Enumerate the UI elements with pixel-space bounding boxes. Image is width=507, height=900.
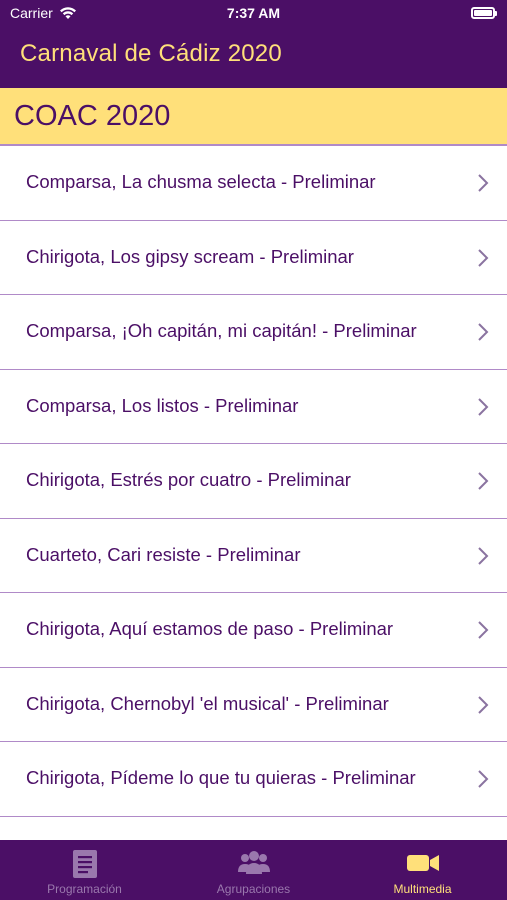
chevron-right-icon: [478, 323, 489, 341]
section-header: COAC 2020: [0, 88, 507, 146]
status-bar: Carrier 7:37 AM: [0, 0, 507, 28]
document-icon: [72, 850, 97, 878]
page-title: Carnaval de Cádiz 2020: [20, 40, 282, 67]
video-list[interactable]: Comparsa, La chusma selecta - Preliminar…: [0, 146, 507, 840]
list-item-label: Chirigota, Estrés por cuatro - Prelimina…: [26, 469, 351, 490]
list-item[interactable]: Comparsa, ¡Oh capitán, mi capitán! - Pre…: [0, 295, 507, 370]
chevron-right-icon: [478, 770, 489, 788]
tab-agrupaciones[interactable]: Agrupaciones: [169, 840, 338, 900]
navigation-bar: Carrier 7:37 AM Carnaval de Cádiz 2020: [0, 0, 507, 88]
chevron-right-icon: [478, 546, 489, 565]
chevron-right-icon: [478, 695, 489, 714]
list-item-label: Chirigota, Aquí estamos de paso - Prelim…: [26, 618, 394, 639]
list-item-label: Comparsa, La chusma selecta - Preliminar: [26, 171, 376, 192]
list-item-label: Chirigota, Los gipsy scream - Preliminar: [26, 245, 354, 267]
list-item-label: Chirigota, Chernobyl 'el musical' - Prel…: [26, 692, 389, 714]
group-icon: [237, 851, 270, 874]
list-item-partial[interactable]: [0, 816, 507, 840]
app-screen: Carrier 7:37 AM Carnaval de Cádiz 2020 C…: [0, 0, 507, 900]
battery-icon: [471, 7, 497, 19]
chevron-right-icon: [478, 472, 489, 490]
list-item[interactable]: Comparsa, La chusma selecta - Preliminar: [0, 146, 507, 221]
tab-bar: Programación Agrupaciones Multimedia: [0, 840, 507, 900]
list-item-label: Comparsa, ¡Oh capitán, mi capitán! - Pre…: [26, 320, 417, 341]
tab-programacion[interactable]: Programación: [0, 840, 169, 900]
list-item[interactable]: Chirigota, Los gipsy scream - Preliminar: [0, 220, 507, 295]
tab-agrupaciones-label: Agrupaciones: [216, 882, 291, 896]
video-camera-icon: [406, 855, 439, 871]
chevron-right-icon: [478, 621, 489, 639]
status-time: 7:37 AM: [226, 5, 281, 21]
tab-programacion-label: Programación: [47, 882, 122, 896]
chevron-right-icon: [478, 248, 489, 267]
list-item-label: Comparsa, Los listos - Preliminar: [26, 394, 299, 416]
list-item[interactable]: Chirigota, Chernobyl 'el musical' - Prel…: [0, 667, 507, 742]
list-item[interactable]: Chirigota, Pídeme lo que tu quieras - Pr…: [0, 742, 507, 817]
tab-multimedia-label: Multimedia: [393, 882, 452, 896]
list-item-label: Cuarteto, Cari resiste - Preliminar: [26, 543, 301, 565]
list-item[interactable]: Chirigota, Aquí estamos de paso - Prelim…: [0, 593, 507, 668]
section-title: COAC 2020: [14, 100, 171, 132]
chevron-right-icon: [478, 397, 489, 416]
list-item[interactable]: Cuarteto, Cari resiste - Preliminar: [0, 518, 507, 593]
tab-multimedia[interactable]: Multimedia: [338, 840, 507, 900]
list-item[interactable]: Comparsa, Los listos - Preliminar: [0, 369, 507, 444]
list-item-label: Chirigota, Pídeme lo que tu quieras - Pr…: [26, 767, 416, 788]
chevron-right-icon: [478, 174, 489, 192]
list-item[interactable]: Chirigota, Estrés por cuatro - Prelimina…: [0, 444, 507, 519]
